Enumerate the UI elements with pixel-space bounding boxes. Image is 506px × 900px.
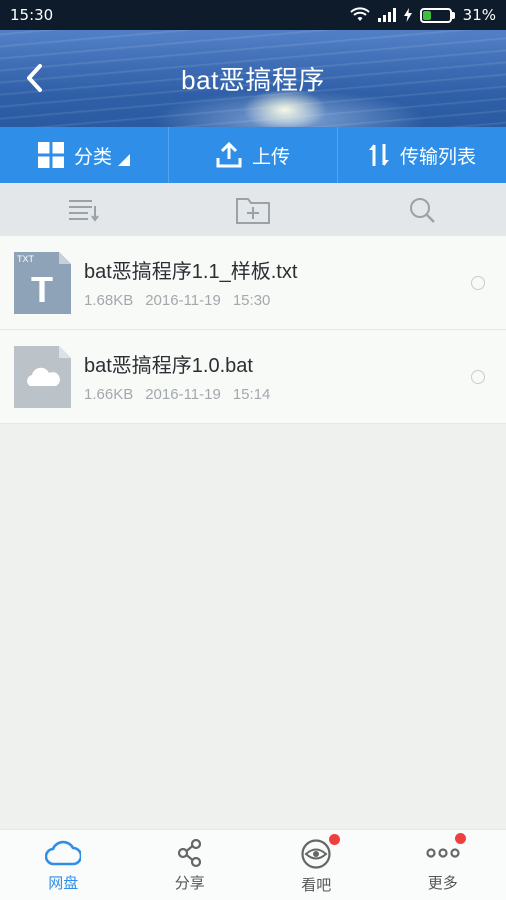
file-time: 15:14 xyxy=(232,386,271,403)
nav-label: 更多 xyxy=(427,874,458,892)
transfer-arrows-icon xyxy=(368,144,389,166)
page-title: bat恶搞程序 xyxy=(181,65,325,95)
file-type-letter: T xyxy=(31,269,53,310)
grid-icon xyxy=(37,142,64,168)
nav-watch[interactable]: 看吧 xyxy=(253,830,380,900)
dropdown-caret-icon xyxy=(118,154,130,166)
category-button[interactable]: 分类 xyxy=(0,127,169,183)
nav-label: 分享 xyxy=(174,874,205,892)
more-dots-icon xyxy=(426,848,460,858)
unknown-file-icon xyxy=(14,345,71,408)
status-bar: 15:30 31% xyxy=(0,0,506,30)
transfer-list-label: 传输列表 xyxy=(399,145,476,168)
file-date: 2016-11-19 xyxy=(145,386,221,403)
bottom-nav: 网盘 分享 看吧 更多 xyxy=(0,829,506,900)
nav-label: 看吧 xyxy=(301,876,332,894)
file-name: bat恶搞程序1.1_样板.txt xyxy=(84,261,298,283)
search-button[interactable] xyxy=(337,183,506,236)
category-label: 分类 xyxy=(73,145,112,168)
new-folder-button[interactable] xyxy=(169,183,338,236)
upload-button[interactable]: 上传 xyxy=(169,127,338,183)
wifi-icon xyxy=(349,7,370,21)
nav-netdisk[interactable]: 网盘 xyxy=(0,830,127,900)
status-time: 15:30 xyxy=(10,6,54,24)
sort-list-icon xyxy=(69,199,100,222)
cloud-icon xyxy=(45,840,82,866)
chevron-left-icon xyxy=(27,64,42,92)
back-button[interactable] xyxy=(14,58,54,98)
charging-icon xyxy=(403,8,412,22)
battery-percent: 31% xyxy=(462,6,496,24)
file-name: bat恶搞程序1.0.bat xyxy=(84,355,253,377)
action-row xyxy=(0,183,506,236)
file-type-label: TXT xyxy=(17,254,35,264)
file-size: 1.66KB xyxy=(84,386,134,403)
search-icon xyxy=(409,197,435,223)
transfer-list-button[interactable]: 传输列表 xyxy=(338,127,506,183)
file-list: TXT T bat恶搞程序1.1_样板.txt 1.68KB 2016-11-1… xyxy=(0,236,506,424)
battery-indicator xyxy=(419,7,455,23)
nav-label: 网盘 xyxy=(48,874,79,892)
txt-file-icon: TXT T xyxy=(14,251,71,314)
notification-badge xyxy=(329,834,340,845)
signal-icon xyxy=(377,8,396,22)
file-time: 15:30 xyxy=(232,292,271,309)
file-size: 1.68KB xyxy=(84,292,134,309)
notification-badge xyxy=(454,833,466,844)
file-date: 2016-11-19 xyxy=(145,292,221,309)
new-folder-icon xyxy=(236,197,270,224)
toolbar: 分类 上传 传输列表 xyxy=(0,127,506,183)
nav-share[interactable]: 分享 xyxy=(127,830,254,900)
upload-icon xyxy=(216,142,242,168)
nav-more[interactable]: 更多 xyxy=(380,830,506,900)
select-checkbox[interactable] xyxy=(471,276,485,290)
share-icon xyxy=(177,838,201,868)
list-item[interactable]: bat恶搞程序1.0.bat 1.66KB 2016-11-19 15:14 xyxy=(0,330,506,424)
sort-button[interactable] xyxy=(0,183,169,236)
list-item[interactable]: TXT T bat恶搞程序1.1_样板.txt 1.68KB 2016-11-1… xyxy=(0,236,506,330)
title-bar: bat恶搞程序 xyxy=(0,30,506,127)
upload-label: 上传 xyxy=(251,145,290,168)
select-checkbox[interactable] xyxy=(471,370,485,384)
eye-icon xyxy=(301,839,331,869)
